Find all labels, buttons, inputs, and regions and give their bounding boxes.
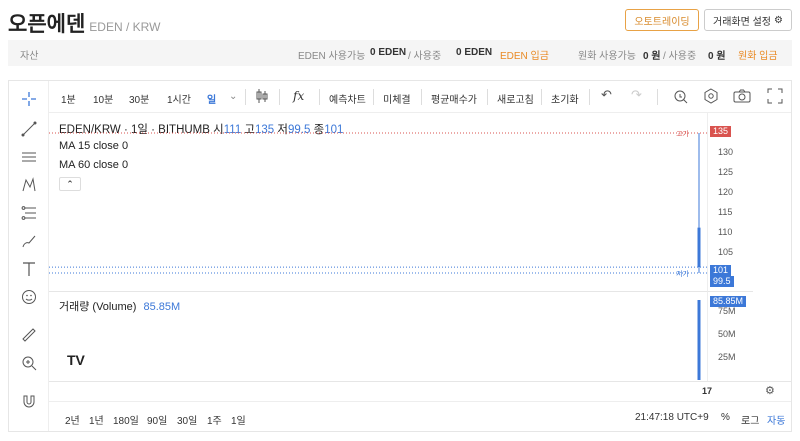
- price-tick: 105: [718, 247, 734, 257]
- asset-label: 자산: [20, 51, 39, 62]
- forecast-chart-button[interactable]: 예측차트: [329, 91, 366, 106]
- text-icon[interactable]: [19, 259, 39, 279]
- krw-deposit-link[interactable]: 원화 입금: [738, 47, 778, 62]
- unfilled-button[interactable]: 미체결: [383, 91, 411, 106]
- undo-icon[interactable]: ↶: [601, 87, 612, 103]
- camera-icon[interactable]: [733, 88, 751, 107]
- volume-plot: [697, 300, 701, 380]
- price-tick: 130: [718, 147, 734, 157]
- divider: [245, 89, 246, 105]
- divider: [541, 89, 542, 105]
- indicator-fx-icon[interactable]: fx: [293, 89, 304, 103]
- high-price-tag: 135: [710, 126, 732, 137]
- volume-tick: 50M: [718, 329, 736, 339]
- smiley-icon[interactable]: [19, 287, 39, 307]
- ruler-icon[interactable]: [19, 325, 39, 345]
- magnet-icon[interactable]: [19, 391, 39, 411]
- last-price-tag: 101: [710, 265, 732, 276]
- eden-available-value: 0 EDEN: [370, 47, 407, 58]
- range-1w[interactable]: 1주: [207, 412, 222, 427]
- interval-day[interactable]: 일: [207, 91, 216, 106]
- pair-label: EDEN / KRW: [89, 20, 161, 34]
- eden-using-label: / 사용중: [408, 51, 442, 62]
- percent-toggle[interactable]: %: [721, 412, 730, 423]
- fullscreen-icon[interactable]: [767, 88, 783, 107]
- divider: [421, 89, 422, 105]
- chevron-down-icon[interactable]: ⌄: [229, 91, 237, 102]
- krw-available-label: 원화 사용가능: [578, 51, 636, 62]
- divider: [589, 89, 590, 105]
- volume-axis: 85.85M 75M 50M 25M: [707, 291, 753, 381]
- asset-bar: 자산 EDEN 사용가능 0 EDEN / 사용중 0 EDEN EDEN 입금…: [8, 40, 792, 66]
- range-1y[interactable]: 1년: [89, 412, 104, 427]
- log-toggle[interactable]: 로그: [741, 412, 759, 427]
- page-title: 오픈에덴 EDEN / KRW: [8, 13, 161, 36]
- drawing-toolbar: [9, 81, 49, 431]
- price-tick: 115: [718, 207, 733, 217]
- low-marker-label: 저가: [676, 269, 689, 278]
- redo-icon: ↷: [631, 87, 642, 102]
- range-2y[interactable]: 2년: [65, 412, 80, 427]
- crosshair-icon[interactable]: [19, 89, 39, 109]
- high-marker-label: 고가: [676, 129, 689, 138]
- interval-1m[interactable]: 1분: [61, 91, 76, 106]
- krw-using-label: / 사용중: [663, 51, 697, 62]
- auto-trading-button[interactable]: 오토트레이딩: [625, 9, 699, 31]
- volume-bar: [697, 300, 701, 380]
- divider: [657, 89, 658, 105]
- price-pane[interactable]: EDEN/KRW · 1일 · BITHUMB 시111 고135 저99.5 …: [49, 113, 707, 291]
- reset-button[interactable]: 초기화: [551, 91, 579, 106]
- range-1d[interactable]: 1일: [231, 412, 246, 427]
- auto-toggle[interactable]: 자동: [767, 412, 785, 427]
- krw-available-value: 0 원: [643, 51, 661, 62]
- settings-label: 거래화면 설정: [713, 16, 771, 28]
- axis-settings-icon[interactable]: ⚙: [765, 384, 775, 397]
- header: 오픈에덴 EDEN / KRW 오토트레이딩 거래화면 설정 ⚙: [0, 0, 800, 40]
- range-180d[interactable]: 180일: [113, 412, 139, 427]
- screen-settings-button[interactable]: 거래화면 설정 ⚙: [704, 9, 792, 31]
- interval-1h[interactable]: 1시간: [167, 91, 191, 106]
- divider: [319, 89, 320, 105]
- trend-line-icon[interactable]: [19, 119, 39, 139]
- eden-deposit-link[interactable]: EDEN 입금: [500, 47, 549, 62]
- pattern-icon[interactable]: [19, 175, 39, 195]
- eden-available-label: EDEN 사용가능: [298, 51, 366, 62]
- range-bar: 2년 1년 180일 90일 30일 1주 1일 21:47:18 UTC+9 …: [49, 401, 791, 431]
- refresh-button[interactable]: 새로고침: [497, 91, 534, 106]
- divider: [279, 89, 280, 105]
- horizontal-lines-icon[interactable]: [19, 147, 39, 167]
- brush-icon[interactable]: [19, 231, 39, 251]
- price-tick: 125: [718, 167, 734, 177]
- interval-30m[interactable]: 30분: [129, 91, 149, 106]
- range-30d[interactable]: 30일: [177, 412, 197, 427]
- price-plot: 고가저가: [49, 129, 707, 278]
- chart-toolbar: 1분 10분 30분 1시간 일 ⌄ fx 예측차트 미체결 평균매수가 새로고…: [49, 81, 791, 113]
- gear-icon: ⚙: [774, 14, 783, 26]
- clock-label: 21:47:18 UTC+9: [635, 412, 709, 423]
- divider: [487, 89, 488, 105]
- volume-pane[interactable]: 거래량 (Volume) 85.85M TV: [49, 291, 707, 381]
- zoom-in-icon[interactable]: [19, 353, 39, 373]
- quick-search-icon[interactable]: [673, 88, 689, 107]
- price-tick: 120: [718, 187, 734, 197]
- fib-icon[interactable]: [19, 203, 39, 223]
- price-axis: 135 130 125 120 115 110 105 101 99.5: [707, 113, 753, 291]
- chart-widget: 1분 10분 30분 1시간 일 ⌄ fx 예측차트 미체결 평균매수가 새로고…: [8, 80, 792, 432]
- avg-buy-price-button[interactable]: 평균매수가: [431, 91, 477, 106]
- price-tick: 110: [718, 227, 733, 237]
- divider: [373, 89, 374, 105]
- volume-tick: 25M: [718, 352, 736, 362]
- candle-body: [697, 227, 701, 268]
- settings-hex-icon[interactable]: [703, 88, 719, 107]
- eden-using-value: 0 EDEN: [456, 47, 493, 58]
- candle-type-icon[interactable]: [255, 88, 269, 107]
- krw-using-value: 0 원: [708, 51, 726, 62]
- time-axis: 17 ⚙: [49, 381, 791, 401]
- low-price-tag: 99.5: [710, 276, 734, 287]
- interval-10m[interactable]: 10분: [93, 91, 113, 106]
- date-tick: 17: [702, 386, 713, 396]
- range-90d[interactable]: 90일: [147, 412, 167, 427]
- volume-tick: 75M: [718, 306, 736, 316]
